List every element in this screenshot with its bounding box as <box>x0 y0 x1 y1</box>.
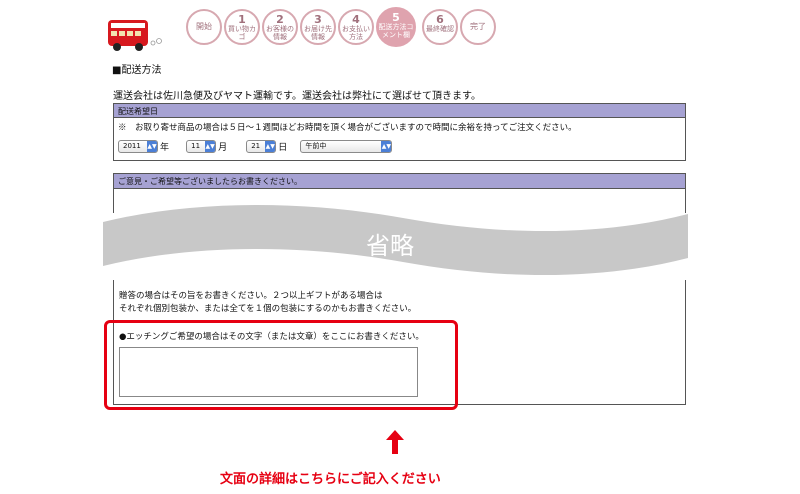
step-3-delivery-address: 3 お届け先情報 <box>300 9 336 45</box>
step-1-cart: 1 買い物カゴ <box>224 9 260 45</box>
step-start: 開始 <box>186 9 222 45</box>
year-select[interactable]: 2011 ▲▼ <box>118 140 158 153</box>
highlight-frame <box>104 320 458 410</box>
delivery-date-header: 配送希望日 <box>114 104 685 118</box>
instruction-caption: 文面の詳細はこちらにご記入ください <box>220 472 441 487</box>
year-unit: 年 <box>160 143 170 153</box>
chevron-down-icon: ▲▼ <box>381 141 392 152</box>
gift-note-line1: 贈答の場合はその旨をお書きください。２つ以上ギフトがある場合は <box>119 291 383 301</box>
chevron-down-icon: ▲▼ <box>205 141 216 152</box>
delivery-date-selectors: 2011 ▲▼ 年 11 ▲▼ 月 21 ▲▼ 日 午前中 ▲▼ <box>114 136 685 155</box>
gift-note-line2: それぞれ個別包装か、または全てを１個の包装にするのかもお書きください。 <box>119 304 417 314</box>
step-4-payment: 4 お支払い方法 <box>338 9 374 45</box>
section-title: ■配送方法 <box>112 65 162 76</box>
delivery-date-box: 配送希望日 ※ お取り寄せ商品の場合は５日〜１週間ほどお時間を頂く場合がございま… <box>113 103 686 161</box>
day-select[interactable]: 21 ▲▼ <box>246 140 277 153</box>
day-unit: 日 <box>278 143 288 153</box>
step-2-customer-info: 2 お客様の情報 <box>262 9 298 45</box>
chevron-down-icon: ▲▼ <box>265 141 276 152</box>
step-complete: 完了 <box>460 9 496 45</box>
omitted-label: 省略 <box>366 232 414 260</box>
intro-text: 運送会社は佐川急便及びヤマト運輸です。運送会社は弊社にて選ばせて頂きます。 <box>113 91 481 102</box>
checkout-steps: 開始 1 買い物カゴ 2 お客様の情報 3 お届け先情報 4 お支払い方法 5 … <box>186 7 496 49</box>
arrow-up-icon <box>386 430 404 454</box>
step-5-shipping-comment: 5 配送方法コメント欄 <box>376 7 416 47</box>
bus-logo <box>108 20 162 51</box>
time-select[interactable]: 午前中 ▲▼ <box>300 140 393 153</box>
month-unit: 月 <box>218 143 228 153</box>
month-select[interactable]: 11 ▲▼ <box>186 140 217 153</box>
delivery-note: ※ お取り寄せ商品の場合は５日〜１週間ほどお時間を頂く場合がございますので時間に… <box>118 123 577 133</box>
step-6-final-check: 6 最終確認 <box>422 9 458 45</box>
comments-header: ご意見・ご希望等ございましたらお書きください。 <box>114 174 685 189</box>
chevron-down-icon: ▲▼ <box>147 141 157 152</box>
